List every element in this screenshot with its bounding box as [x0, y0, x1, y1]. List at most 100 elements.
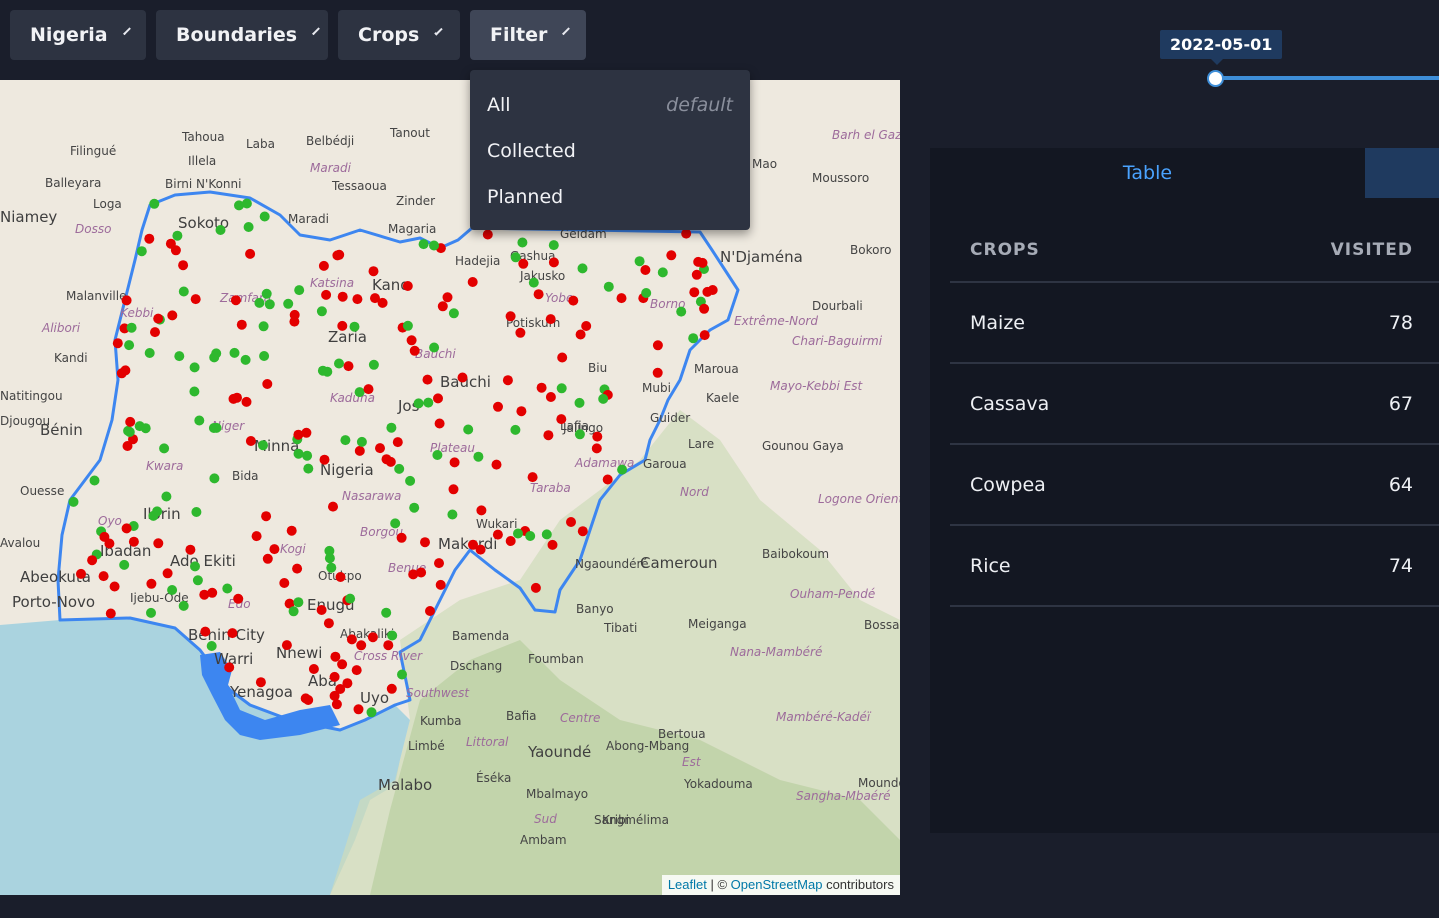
planned-site-marker[interactable]	[515, 327, 526, 338]
collected-site-marker[interactable]	[178, 286, 189, 297]
planned-site-marker[interactable]	[255, 677, 266, 688]
planned-site-marker[interactable]	[144, 233, 155, 244]
planned-site-marker[interactable]	[335, 572, 346, 582]
planned-site-marker[interactable]	[337, 659, 348, 670]
collected-site-marker[interactable]	[234, 200, 244, 211]
planned-site-marker[interactable]	[224, 662, 235, 673]
collected-site-marker[interactable]	[146, 607, 156, 618]
planned-site-marker[interactable]	[386, 683, 397, 694]
collected-site-marker[interactable]	[293, 597, 304, 608]
planned-site-marker[interactable]	[527, 472, 538, 483]
collected-site-marker[interactable]	[473, 451, 484, 462]
collected-site-marker[interactable]	[124, 340, 135, 351]
collected-site-marker[interactable]	[294, 285, 305, 296]
planned-site-marker[interactable]	[105, 608, 116, 619]
planned-site-marker[interactable]	[367, 632, 378, 643]
collected-site-marker[interactable]	[340, 435, 351, 446]
planned-site-marker[interactable]	[343, 361, 354, 372]
leaflet-link[interactable]: Leaflet	[668, 877, 707, 892]
planned-site-marker[interactable]	[190, 294, 201, 305]
planned-site-marker[interactable]	[652, 340, 663, 351]
collected-site-marker[interactable]	[402, 320, 413, 331]
planned-site-marker[interactable]	[146, 578, 157, 589]
collected-site-marker[interactable]	[243, 222, 254, 232]
planned-site-marker[interactable]	[200, 626, 211, 637]
filter-dropdown[interactable]: Filter	[470, 10, 586, 60]
collected-site-marker[interactable]	[386, 422, 397, 433]
planned-site-marker[interactable]	[402, 281, 413, 291]
planned-site-marker[interactable]	[422, 374, 433, 385]
planned-site-marker[interactable]	[437, 301, 448, 312]
planned-site-marker[interactable]	[262, 379, 273, 389]
collected-site-marker[interactable]	[317, 365, 328, 376]
collected-site-marker[interactable]	[418, 239, 429, 250]
collected-site-marker[interactable]	[258, 321, 269, 332]
planned-site-marker[interactable]	[557, 352, 568, 363]
collected-site-marker[interactable]	[194, 415, 205, 426]
planned-site-marker[interactable]	[319, 454, 330, 465]
planned-site-marker[interactable]	[602, 474, 613, 485]
planned-site-marker[interactable]	[150, 327, 160, 338]
collected-site-marker[interactable]	[381, 607, 392, 618]
collected-site-marker[interactable]	[366, 707, 377, 718]
collected-site-marker[interactable]	[208, 423, 219, 433]
filter-option-collected[interactable]: Collected	[470, 128, 750, 174]
planned-site-marker[interactable]	[125, 416, 136, 427]
planned-site-marker[interactable]	[640, 265, 651, 275]
planned-site-marker[interactable]	[568, 295, 579, 306]
planned-site-marker[interactable]	[233, 593, 244, 604]
planned-site-marker[interactable]	[693, 256, 704, 267]
planned-site-marker[interactable]	[185, 544, 196, 555]
collected-site-marker[interactable]	[316, 306, 327, 317]
collected-site-marker[interactable]	[387, 630, 398, 641]
planned-site-marker[interactable]	[328, 501, 338, 512]
collected-site-marker[interactable]	[189, 386, 200, 397]
collected-site-marker[interactable]	[206, 641, 217, 651]
planned-site-marker[interactable]	[323, 618, 334, 629]
planned-site-marker[interactable]	[492, 529, 503, 540]
collected-site-marker[interactable]	[598, 393, 609, 404]
collected-site-marker[interactable]	[283, 298, 294, 309]
planned-site-marker[interactable]	[351, 665, 362, 676]
planned-site-marker[interactable]	[122, 441, 133, 451]
collected-site-marker[interactable]	[510, 424, 521, 435]
planned-site-marker[interactable]	[109, 581, 120, 592]
collected-site-marker[interactable]	[513, 528, 523, 539]
planned-site-marker[interactable]	[468, 539, 478, 550]
collected-site-marker[interactable]	[191, 507, 202, 517]
planned-site-marker[interactable]	[128, 536, 139, 547]
table-row[interactable]: Rice 74	[950, 525, 1439, 607]
planned-site-marker[interactable]	[467, 277, 478, 287]
collected-site-marker[interactable]	[326, 562, 337, 573]
collected-site-marker[interactable]	[136, 246, 147, 257]
planned-site-marker[interactable]	[396, 532, 407, 543]
planned-site-marker[interactable]	[289, 309, 300, 320]
collected-site-marker[interactable]	[172, 230, 183, 241]
planned-site-marker[interactable]	[178, 260, 189, 271]
planned-site-marker[interactable]	[162, 568, 173, 579]
planned-site-marker[interactable]	[547, 539, 558, 550]
planned-site-marker[interactable]	[425, 606, 435, 616]
filter-option-all[interactable]: All default	[470, 82, 750, 128]
planned-site-marker[interactable]	[232, 392, 242, 403]
planned-site-marker[interactable]	[99, 531, 110, 542]
planned-site-marker[interactable]	[505, 311, 516, 322]
collected-site-marker[interactable]	[254, 297, 265, 308]
collected-site-marker[interactable]	[447, 509, 458, 520]
planned-site-marker[interactable]	[170, 245, 181, 256]
planned-site-marker[interactable]	[505, 536, 516, 546]
collected-site-marker[interactable]	[432, 450, 443, 460]
collected-site-marker[interactable]	[293, 448, 304, 459]
planned-site-marker[interactable]	[385, 456, 396, 467]
collected-site-marker[interactable]	[634, 256, 645, 267]
planned-site-marker[interactable]	[476, 505, 487, 516]
collected-site-marker[interactable]	[354, 387, 365, 398]
collected-site-marker[interactable]	[192, 575, 203, 586]
planned-site-marker[interactable]	[76, 568, 86, 579]
planned-site-marker[interactable]	[666, 250, 677, 261]
collected-site-marker[interactable]	[303, 463, 314, 474]
collected-site-marker[interactable]	[261, 288, 272, 299]
planned-site-marker[interactable]	[392, 437, 403, 448]
collected-site-marker[interactable]	[413, 398, 424, 409]
collected-site-marker[interactable]	[423, 397, 434, 408]
